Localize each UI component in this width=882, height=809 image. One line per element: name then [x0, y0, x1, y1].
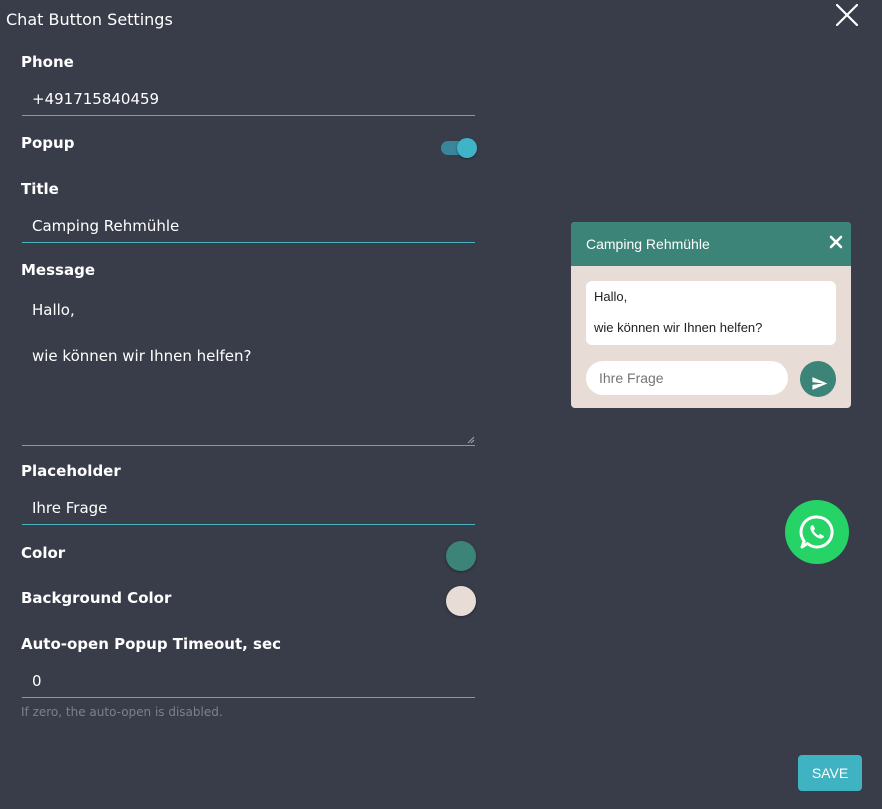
auto-open-input[interactable] — [22, 665, 475, 697]
popup-label: Popup — [21, 134, 75, 152]
title-label: Title — [21, 180, 59, 198]
title-field-wrap — [22, 210, 475, 243]
whatsapp-icon — [799, 515, 834, 549]
color-swatch[interactable] — [446, 541, 476, 571]
toggle-knob — [457, 138, 477, 158]
close-icon[interactable] — [834, 2, 860, 28]
background-color-label: Background Color — [21, 589, 172, 607]
save-button[interactable]: SAVE — [798, 755, 862, 791]
message-bubble: Hallo, wie können wir Ihnen helfen? — [586, 281, 836, 345]
title-input[interactable] — [22, 210, 475, 242]
message-label: Message — [21, 261, 95, 279]
whatsapp-button[interactable] — [785, 500, 849, 564]
auto-open-field-wrap — [22, 665, 475, 698]
message-field-wrap — [22, 291, 475, 446]
background-color-swatch[interactable] — [446, 586, 476, 616]
phone-label: Phone — [21, 53, 74, 71]
resize-grip-icon[interactable] — [467, 436, 475, 444]
auto-open-hint: If zero, the auto-open is disabled. — [21, 705, 223, 719]
placeholder-label: Placeholder — [21, 462, 121, 480]
placeholder-input[interactable] — [22, 492, 475, 524]
send-button[interactable] — [800, 361, 836, 397]
bubble-line-2: wie können wir Ihnen helfen? — [594, 320, 763, 335]
color-label: Color — [21, 544, 66, 562]
popup-title: Camping Rehmühle — [586, 236, 710, 252]
chat-popup-preview: Camping Rehmühle Hallo, wie können wir I… — [571, 222, 851, 408]
popup-question-input[interactable] — [586, 361, 788, 395]
popup-toggle[interactable] — [441, 138, 477, 158]
page-title: Chat Button Settings — [6, 10, 173, 29]
placeholder-field-wrap — [22, 492, 475, 525]
send-icon — [812, 377, 828, 390]
phone-input[interactable] — [22, 83, 475, 115]
bubble-line-1: Hallo, — [594, 289, 628, 304]
popup-close-icon[interactable] — [829, 235, 843, 249]
phone-field-wrap — [22, 83, 475, 116]
auto-open-label: Auto-open Popup Timeout, sec — [21, 635, 282, 653]
message-textarea[interactable] — [22, 291, 475, 441]
popup-header: Camping Rehmühle — [571, 222, 851, 266]
